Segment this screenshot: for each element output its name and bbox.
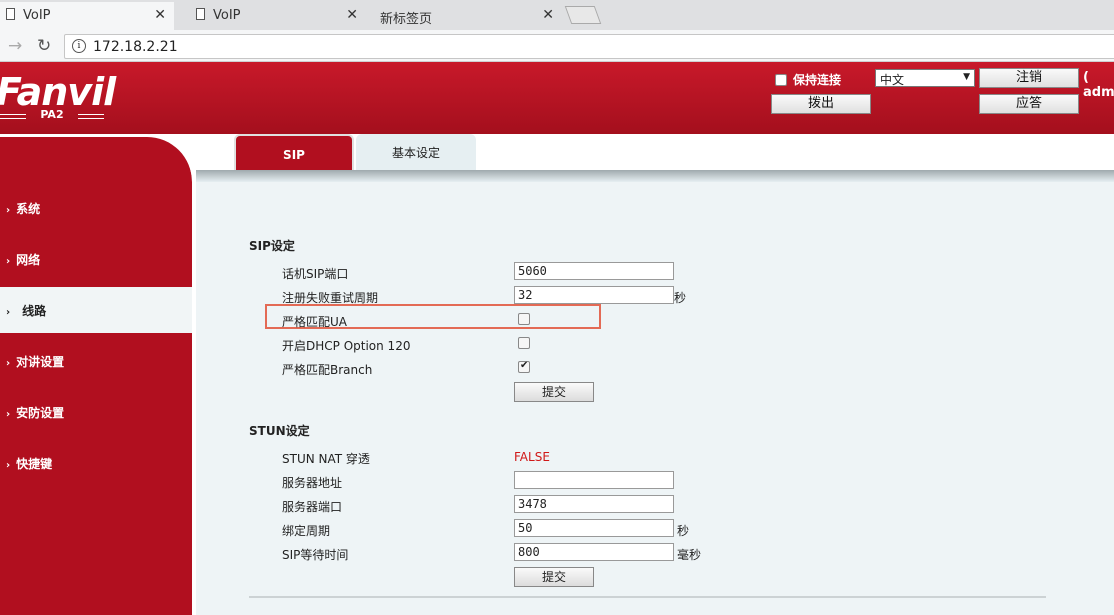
close-icon[interactable]: ✕ [154, 7, 166, 23]
browser-tab-label: 新标签页 [380, 12, 433, 27]
sidebar-item-label: 网络 [16, 253, 41, 267]
info-icon[interactable]: i [72, 39, 86, 53]
page-icon [6, 8, 15, 20]
sidebar-item-label: 对讲设置 [16, 355, 65, 369]
sidebar-item-label: 系统 [16, 202, 41, 216]
sidebar-item-hotkeys[interactable]: › 快捷键 [0, 440, 192, 486]
section-divider [249, 596, 1046, 598]
page-tabs: SIP 基本设定 [196, 134, 1114, 172]
sidebar-item-label: 线路 [22, 304, 47, 318]
chevron-right-icon: › [6, 307, 11, 318]
sidebar-item-intercom[interactable]: › 对讲设置 [0, 338, 192, 384]
chevron-right-icon: › [6, 460, 11, 471]
main-content: SIP设定 话机SIP端口 5060 注册失败重试周期 32 秒 严格匹配UA … [196, 182, 1114, 615]
bind-period-unit: 秒 [677, 524, 690, 538]
strict-branch-checkbox[interactable] [518, 360, 530, 373]
browser-tabstrip: VoIP ✕ VoIP ✕ 新标签页 ✕ [0, 0, 1114, 30]
server-address-label: 服务器地址 [282, 476, 343, 490]
stun-submit-button[interactable]: 提交 [514, 567, 594, 587]
url-text[interactable]: 172.18.2.21 [93, 39, 178, 55]
tab-divider [196, 170, 1114, 182]
browser-tab-label: VoIP [23, 8, 51, 23]
browser-tab-voip-2[interactable]: VoIP ✕ [186, 2, 366, 30]
keep-connection[interactable]: 保持连接 [775, 71, 841, 88]
model-label: PA2 [0, 108, 104, 122]
chevron-right-icon: › [6, 409, 11, 420]
server-address-input[interactable] [514, 471, 674, 489]
answer-button[interactable]: 应答 [979, 94, 1079, 114]
sidebar-item-security[interactable]: › 安防设置 [0, 389, 192, 435]
dial-button[interactable]: 拨出 [771, 94, 871, 114]
sip-submit-button[interactable]: 提交 [514, 382, 594, 402]
close-icon[interactable]: ✕ [542, 7, 554, 23]
sidebar-item-line[interactable]: › 线路 [0, 287, 192, 333]
sip-wait-input[interactable]: 800 [514, 543, 674, 561]
sidebar-item-system[interactable]: › 系统 [0, 185, 192, 231]
language-value: 中文 [880, 73, 905, 87]
dhcp-option-120-label: 开启DHCP Option 120 [282, 339, 411, 353]
strict-ua-checkbox[interactable] [518, 313, 530, 325]
strict-ua-label: 严格匹配UA [282, 315, 347, 329]
url-input[interactable]: i 172.18.2.21 [64, 34, 1114, 59]
language-select[interactable]: 中文 ▼ [875, 69, 975, 87]
tab-basic-settings[interactable]: 基本设定 [356, 134, 476, 170]
dropdown-arrow-icon: ▼ [963, 72, 970, 82]
new-tab-button[interactable] [564, 6, 602, 24]
retry-period-input[interactable]: 32 [514, 286, 674, 304]
stun-nat-label: STUN NAT 穿透 [282, 452, 370, 466]
chevron-right-icon: › [6, 256, 11, 267]
bind-period-input[interactable]: 50 [514, 519, 674, 537]
forward-arrow-icon[interactable]: → [8, 36, 22, 56]
server-port-label: 服务器端口 [282, 500, 343, 514]
retry-period-unit: 秒 [674, 291, 687, 305]
stun-section-title: STUN设定 [249, 424, 310, 438]
sip-wait-label: SIP等待时间 [282, 548, 349, 562]
browser-tab-label: VoIP [213, 8, 241, 23]
chevron-right-icon: › [6, 205, 11, 216]
reload-icon[interactable]: ↻ [37, 36, 51, 56]
browser-tab-new[interactable]: 新标签页 ✕ [370, 2, 562, 30]
sip-wait-unit: 毫秒 [677, 548, 702, 562]
user-label: ( adm [1083, 70, 1114, 100]
page-icon [196, 8, 205, 20]
logout-button[interactable]: 注销 [979, 68, 1079, 88]
keep-connection-label: 保持连接 [793, 73, 842, 87]
bind-period-label: 绑定周期 [282, 524, 331, 538]
close-icon[interactable]: ✕ [346, 7, 358, 23]
sip-port-label: 话机SIP端口 [282, 267, 349, 281]
keep-connection-checkbox[interactable] [775, 74, 787, 86]
tab-sip[interactable]: SIP [234, 134, 354, 170]
sidebar-item-label: 安防设置 [16, 406, 65, 420]
sip-port-input[interactable]: 5060 [514, 262, 674, 280]
dhcp-option-120-checkbox[interactable] [518, 337, 530, 349]
sidebar-item-label: 快捷键 [16, 457, 53, 471]
browser-tab-voip-1[interactable]: VoIP ✕ [0, 2, 174, 30]
chevron-right-icon: › [6, 358, 11, 369]
sidebar-item-network[interactable]: › 网络 [0, 236, 192, 282]
server-port-input[interactable]: 3478 [514, 495, 674, 513]
strict-branch-label: 严格匹配Branch [282, 363, 373, 377]
sip-section-title: SIP设定 [249, 239, 295, 253]
address-bar: → ↻ i 172.18.2.21 [0, 30, 1114, 62]
sidebar: › 系统 › 网络 › 线路 › 对讲设置 › 安防设置 › 快捷键 [0, 134, 196, 615]
stun-nat-value: FALSE [514, 450, 550, 464]
